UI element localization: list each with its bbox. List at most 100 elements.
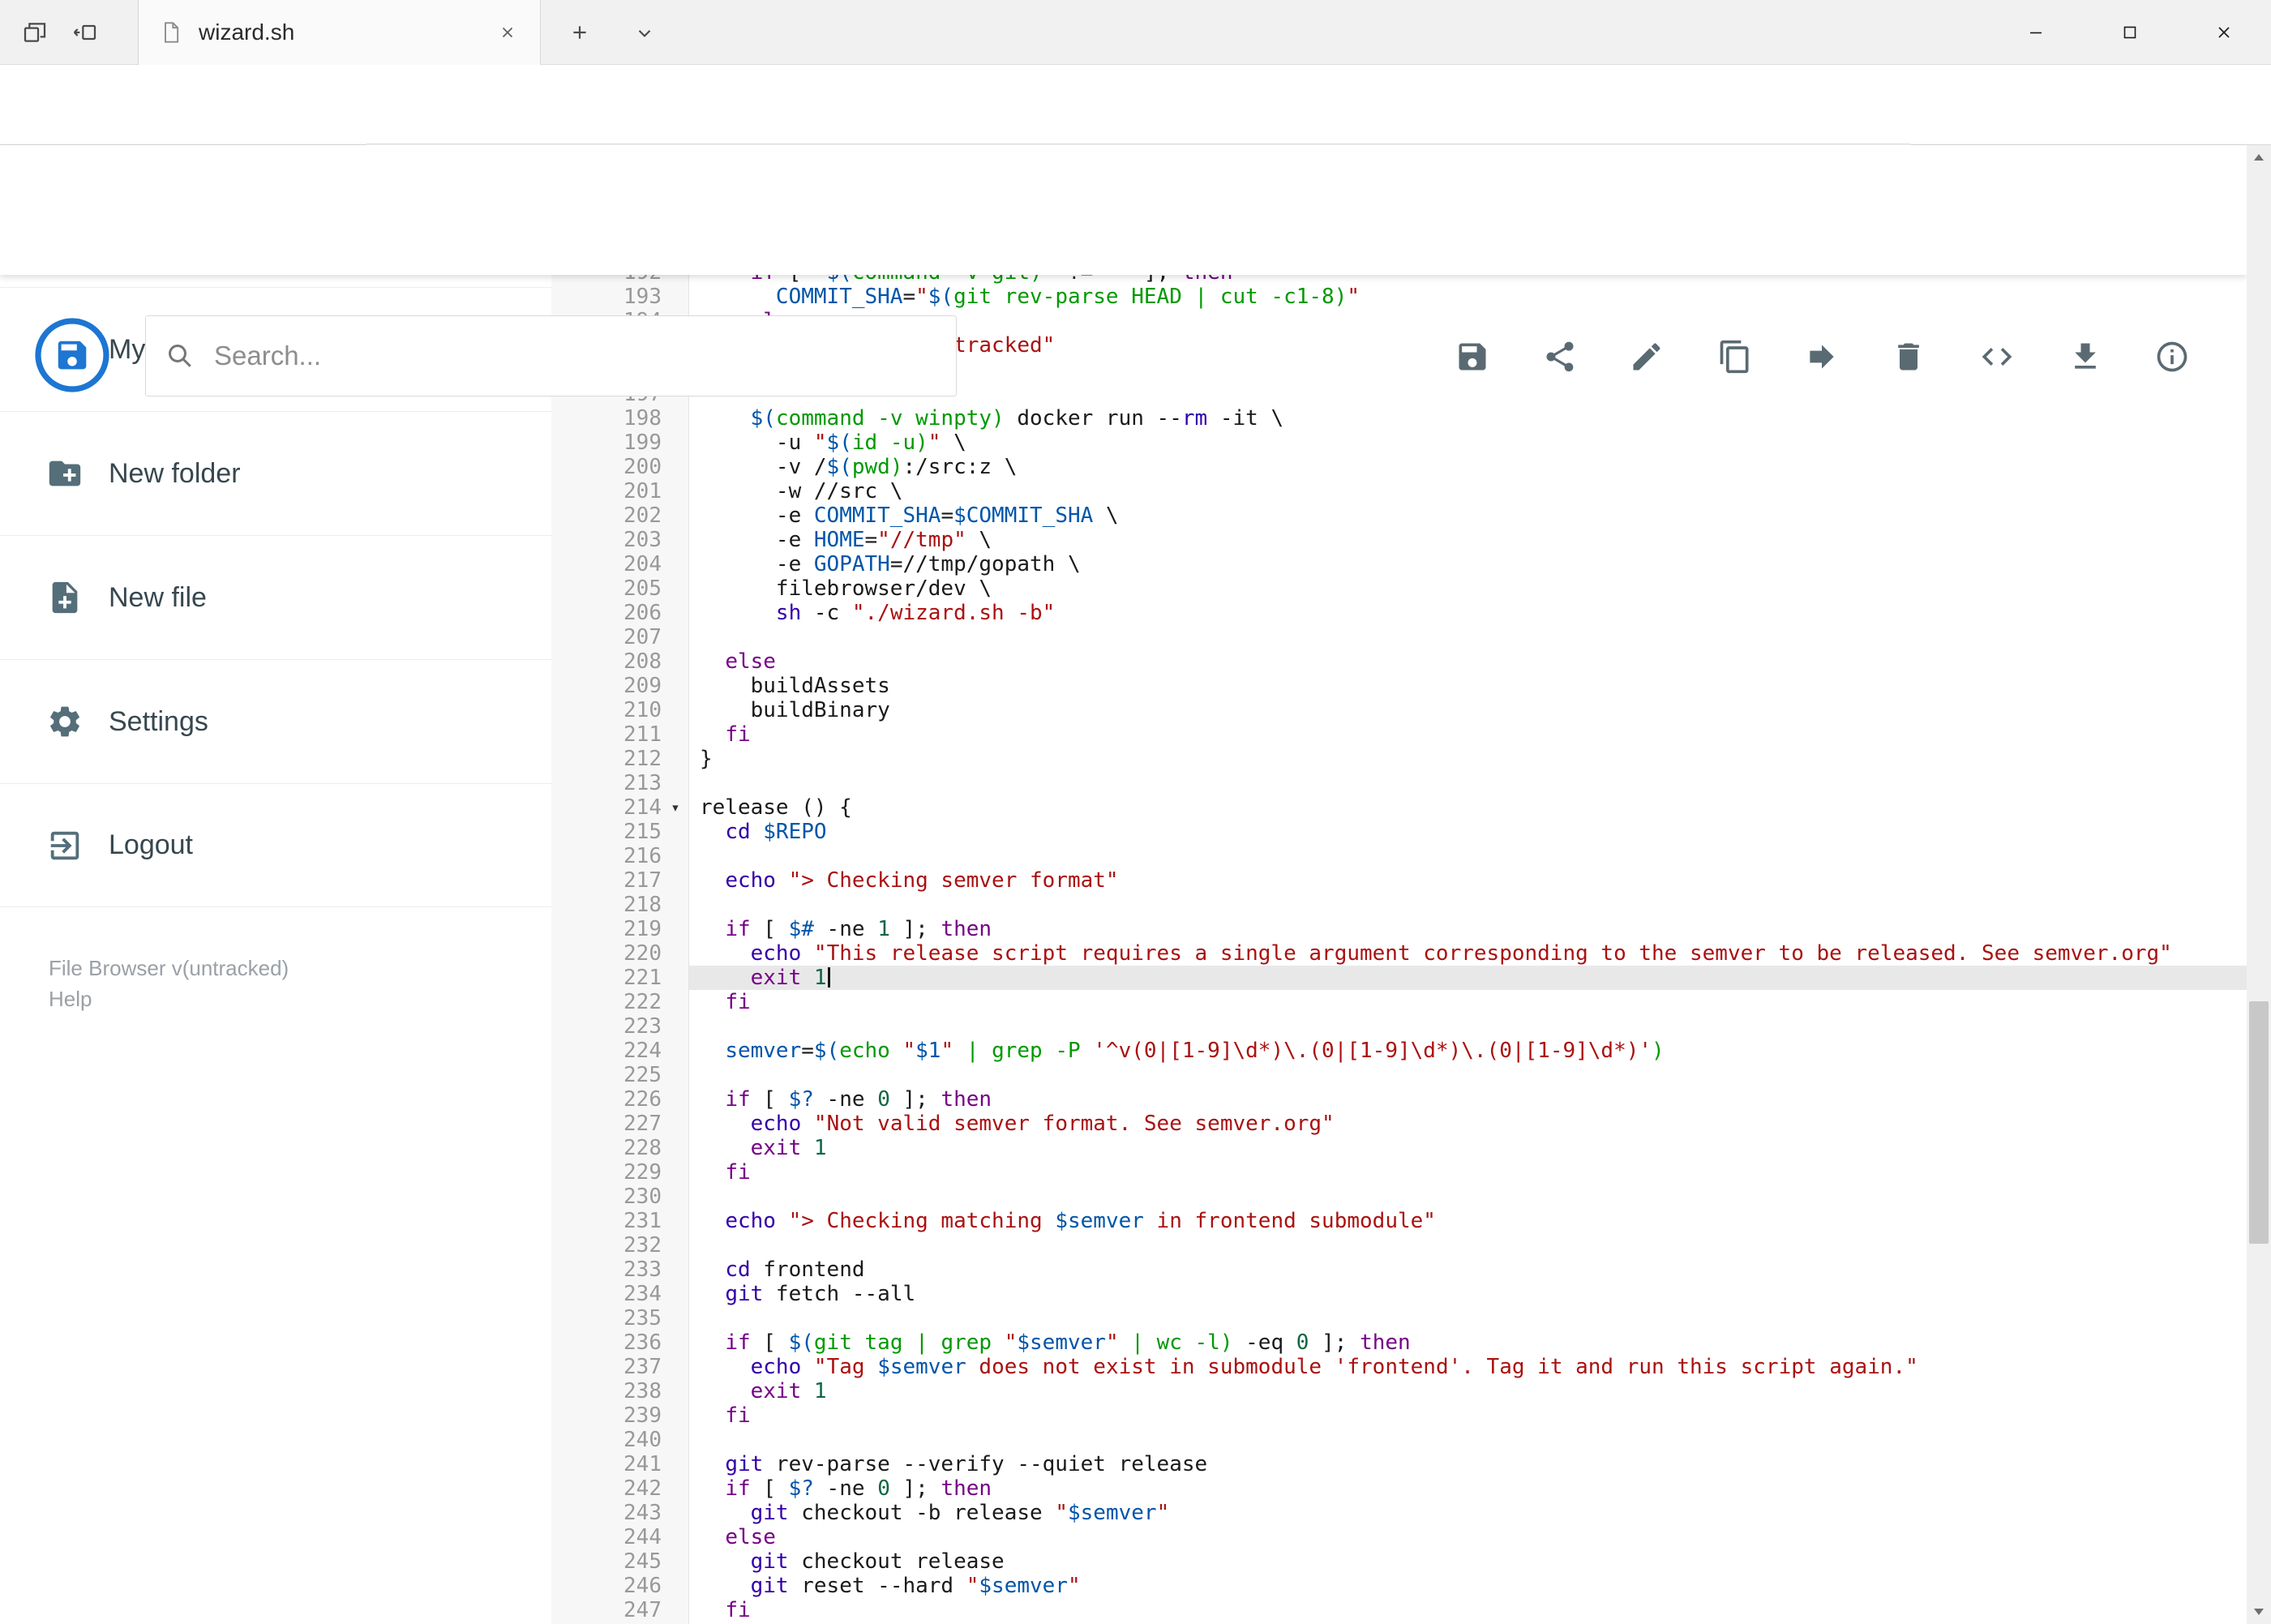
code-line[interactable] (689, 1306, 2247, 1330)
code-line[interactable]: buildBinary (689, 698, 2247, 722)
code-line[interactable]: exit 1 (689, 966, 2247, 990)
rename-button[interactable] (1622, 332, 1671, 381)
code-line[interactable] (689, 771, 2247, 795)
download-button[interactable] (2061, 332, 2110, 381)
code-editor[interactable]: 1921931941951961971981992002012022032042… (551, 275, 2247, 1624)
code-line[interactable]: -e GOPATH=//tmp/gopath \ (689, 552, 2247, 576)
line-number: 220 (623, 941, 662, 966)
line-number: 246 (623, 1574, 662, 1598)
delete-button[interactable] (1884, 332, 1933, 381)
code-line[interactable]: -e HOME="//tmp" \ (689, 528, 2247, 552)
line-number: 237 (623, 1355, 662, 1379)
search-box[interactable] (145, 315, 957, 396)
page-favicon-icon (160, 21, 182, 44)
editor-code-lines[interactable]: if [ "$(command -v git)" != "" ]; then C… (689, 275, 2247, 1622)
code-line[interactable]: -u "$(id -u)" \ (689, 431, 2247, 455)
tabs-set-aside-icon[interactable] (11, 0, 58, 65)
sidebar-item-new-file[interactable]: New file (0, 535, 551, 659)
code-line[interactable]: git checkout -b release "$semver" (689, 1501, 2247, 1525)
code-line[interactable]: } (689, 747, 2247, 771)
scrollbar-up-icon[interactable] (2247, 145, 2271, 169)
line-number: 230 (623, 1185, 662, 1209)
code-line[interactable]: git rev-parse --verify --quiet release (689, 1452, 2247, 1476)
scrollbar-down-icon[interactable] (2247, 1600, 2271, 1624)
code-line[interactable]: git fetch --all (689, 1282, 2247, 1306)
line-number: 206 (623, 601, 662, 625)
line-number: 238 (623, 1379, 662, 1403)
move-button[interactable] (1798, 332, 1846, 381)
code-line[interactable]: echo "> Checking semver format" (689, 868, 2247, 893)
copy-button[interactable] (1711, 332, 1759, 381)
code-line[interactable]: fi (689, 1403, 2247, 1428)
code-line[interactable]: if [ $# -ne 1 ]; then (689, 917, 2247, 941)
code-line[interactable] (689, 1063, 2247, 1087)
code-line[interactable]: COMMIT_SHA="$(git rev-parse HEAD | cut -… (689, 285, 2247, 309)
code-line[interactable]: echo "Not valid semver format. See semve… (689, 1112, 2247, 1136)
code-line[interactable] (689, 1428, 2247, 1452)
share-button[interactable] (1536, 332, 1584, 381)
code-line[interactable]: echo "This release script requires a sin… (689, 941, 2247, 966)
sidebar-item-new-folder[interactable]: New folder (0, 411, 551, 535)
code-line[interactable]: if [ $? -ne 0 ]; then (689, 1476, 2247, 1501)
code-line[interactable]: cd $REPO (689, 820, 2247, 844)
code-line[interactable]: echo "Tag $semver does not exist in subm… (689, 1355, 2247, 1379)
code-line[interactable] (689, 1185, 2247, 1209)
scrollbar-thumb[interactable] (2249, 1001, 2269, 1244)
fold-arrow-icon[interactable]: ▾ (662, 795, 689, 820)
search-input[interactable] (214, 341, 936, 371)
code-line[interactable] (689, 893, 2247, 917)
set-these-tabs-aside-icon[interactable] (62, 0, 109, 65)
code-line[interactable]: $(command -v winpty) docker run --rm -it… (689, 406, 2247, 431)
line-number: 193 (623, 285, 662, 309)
line-number: 218 (623, 893, 662, 917)
code-line[interactable]: echo "> Checking matching $semver in fro… (689, 1209, 2247, 1233)
tab-preview-chevron-icon[interactable] (621, 0, 668, 65)
code-line[interactable]: cd frontend (689, 1258, 2247, 1282)
code-line[interactable]: -v /$(pwd):/src:z \ (689, 455, 2247, 479)
code-line[interactable]: exit 1 (689, 1136, 2247, 1160)
line-number: 207 (623, 625, 662, 649)
sidebar-item-logout[interactable]: Logout (0, 783, 551, 907)
code-line[interactable] (689, 1233, 2247, 1258)
code-line[interactable]: git checkout release (689, 1549, 2247, 1574)
code-line[interactable]: if [ $? -ne 0 ]; then (689, 1087, 2247, 1112)
line-number: 203 (623, 528, 662, 552)
code-line[interactable]: -w //src \ (689, 479, 2247, 503)
code-line[interactable]: else (689, 649, 2247, 674)
maximize-button[interactable] (2083, 0, 2177, 65)
filebrowser-logo-icon[interactable] (33, 316, 111, 394)
new-tab-button[interactable] (556, 0, 603, 65)
sidebar-item-settings[interactable]: Settings (0, 659, 551, 783)
code-line[interactable]: fi (689, 1160, 2247, 1185)
code-line[interactable]: exit 1 (689, 1379, 2247, 1403)
code-line[interactable]: sh -c "./wizard.sh -b" (689, 601, 2247, 625)
code-line[interactable]: release () { (689, 795, 2247, 820)
code-line[interactable]: fi (689, 722, 2247, 747)
code-line[interactable]: filebrowser/dev \ (689, 576, 2247, 601)
code-line[interactable]: if [ $(git tag | grep "$semver" | wc -l)… (689, 1330, 2247, 1355)
line-number: 198 (623, 406, 662, 431)
code-line[interactable]: git reset --hard "$semver" (689, 1574, 2247, 1598)
code-line[interactable]: semver=$(echo "$1" | grep -P '^v(0|[1-9]… (689, 1039, 2247, 1063)
page-scrollbar[interactable] (2247, 145, 2271, 1624)
code-line[interactable] (689, 625, 2247, 649)
code-line[interactable]: fi (689, 990, 2247, 1014)
code-line[interactable]: buildAssets (689, 674, 2247, 698)
code-line[interactable]: if [ "$(command -v git)" != "" ]; then (689, 275, 2247, 285)
source-code-button[interactable] (1973, 332, 2021, 381)
info-button[interactable] (2148, 332, 2196, 381)
line-number: 225 (623, 1063, 662, 1087)
help-link[interactable]: Help (49, 983, 92, 1014)
code-line[interactable] (689, 844, 2247, 868)
code-line[interactable]: -e COMMIT_SHA=$COMMIT_SHA \ (689, 503, 2247, 528)
close-window-button[interactable] (2177, 0, 2271, 65)
line-number: 205 (623, 576, 662, 601)
code-line[interactable]: else (689, 1525, 2247, 1549)
tab-close-icon[interactable] (490, 15, 525, 50)
save-button[interactable] (1448, 332, 1497, 381)
code-line[interactable]: fi (689, 1598, 2247, 1622)
minimize-button[interactable] (1989, 0, 2083, 65)
code-line[interactable] (689, 1014, 2247, 1039)
line-number: 214 ▾ (551, 795, 689, 820)
browser-tab[interactable]: wizard.sh (138, 0, 541, 65)
